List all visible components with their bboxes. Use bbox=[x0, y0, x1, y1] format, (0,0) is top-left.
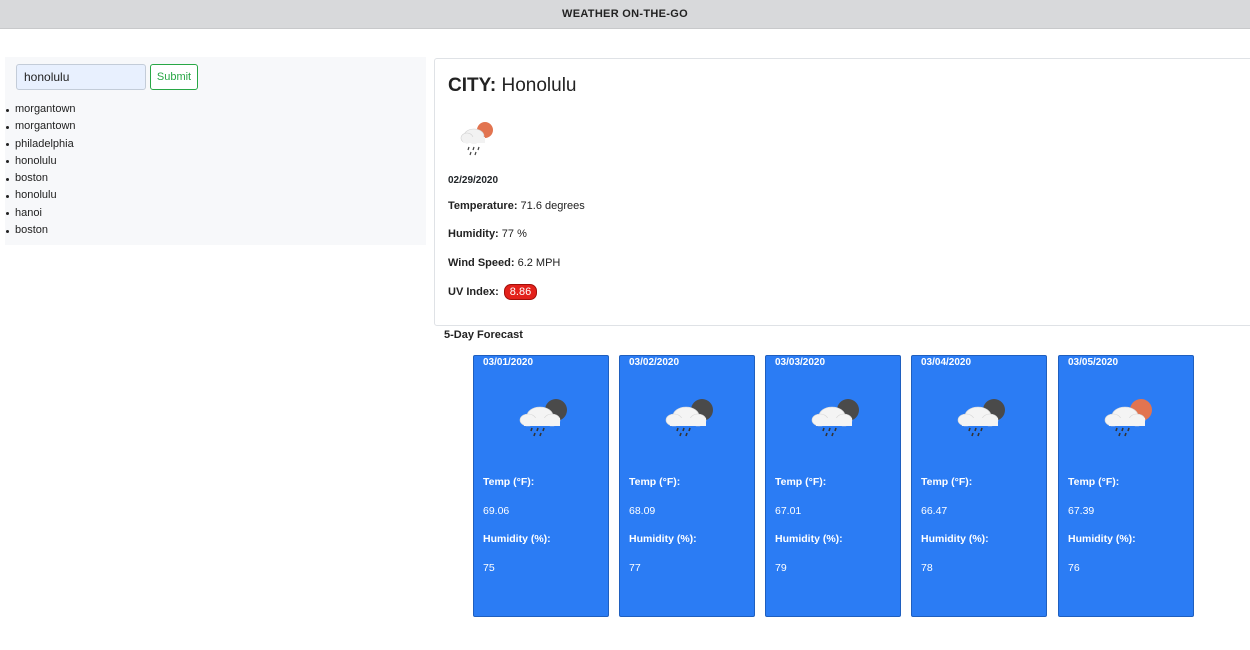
rain-partly-sunny-icon bbox=[1104, 399, 1152, 437]
humidity-value: 77 % bbox=[501, 228, 527, 240]
forecast-date: 03/03/2020 bbox=[775, 357, 826, 368]
temperature-row: Temperature: 71.6 degrees bbox=[448, 200, 585, 212]
forecast-temp-label: Temp (°F): bbox=[483, 476, 535, 488]
history-item[interactable]: morgantown bbox=[6, 118, 76, 135]
forecast-humidity-value: 79 bbox=[775, 562, 787, 574]
forecast-humidity-label: Humidity (%): bbox=[1068, 533, 1136, 545]
current-date: 02/29/2020 bbox=[448, 175, 499, 186]
forecast-row: 03/01/2020 Temp (°F): 69.06 Humidity (%)… bbox=[473, 355, 1213, 617]
forecast-humidity-value: 76 bbox=[1068, 562, 1080, 574]
history-item[interactable]: morgantown bbox=[6, 101, 76, 118]
forecast-date: 03/01/2020 bbox=[483, 357, 534, 368]
history-item[interactable]: philadelphia bbox=[6, 136, 76, 153]
forecast-temp-value: 69.06 bbox=[483, 505, 510, 517]
history-item[interactable]: honolulu bbox=[6, 153, 76, 170]
forecast-card: 03/01/2020 Temp (°F): 69.06 Humidity (%)… bbox=[473, 355, 609, 617]
forecast-card: 03/05/2020 Temp (°F): 67.39 Humidity (%)… bbox=[1058, 355, 1194, 617]
uv-label: UV Index: bbox=[448, 285, 499, 298]
forecast-heading: 5-Day Forecast bbox=[444, 329, 523, 341]
history-item[interactable]: hanoi bbox=[6, 205, 76, 222]
history-item[interactable]: boston bbox=[6, 170, 76, 187]
forecast-date: 03/04/2020 bbox=[921, 357, 972, 368]
app-title: WEATHER ON-THE-GO bbox=[562, 8, 688, 20]
current-weather-card: CITY: Honolulu 02/29/2020 Temperature: 7… bbox=[434, 58, 1250, 326]
uv-row: UV Index: 8.86 bbox=[448, 284, 538, 300]
forecast-card: 03/02/2020 Temp (°F): 68.09 Humidity (%)… bbox=[619, 355, 755, 617]
forecast-date: 03/02/2020 bbox=[629, 357, 680, 368]
forecast-humidity-value: 77 bbox=[629, 562, 641, 574]
forecast-temp-value: 66.47 bbox=[921, 505, 948, 517]
uv-index-badge: 8.86 bbox=[503, 284, 538, 300]
humidity-row: Humidity: 77 % bbox=[448, 228, 527, 240]
forecast-date: 03/05/2020 bbox=[1068, 357, 1119, 368]
forecast-temp-label: Temp (°F): bbox=[775, 476, 827, 488]
wind-label: Wind Speed: bbox=[448, 257, 515, 269]
submit-button[interactable]: Submit bbox=[150, 64, 198, 90]
forecast-humidity-label: Humidity (%): bbox=[483, 533, 551, 545]
forecast-temp-label: Temp (°F): bbox=[921, 476, 973, 488]
city-heading: CITY: Honolulu bbox=[448, 75, 576, 97]
city-name: Honolulu bbox=[501, 75, 577, 96]
app-header: WEATHER ON-THE-GO bbox=[0, 0, 1250, 29]
forecast-temp-value: 67.01 bbox=[775, 505, 802, 517]
forecast-humidity-label: Humidity (%): bbox=[775, 533, 843, 545]
forecast-temp-label: Temp (°F): bbox=[629, 476, 681, 488]
temperature-value: 71.6 degrees bbox=[520, 200, 585, 212]
forecast-temp-value: 67.39 bbox=[1068, 505, 1095, 517]
history-item[interactable]: honolulu bbox=[6, 187, 76, 204]
rain-night-icon bbox=[957, 399, 1005, 437]
rain-night-icon bbox=[811, 399, 859, 437]
temperature-label: Temperature: bbox=[448, 200, 518, 212]
rain-night-icon bbox=[519, 399, 567, 437]
forecast-humidity-value: 75 bbox=[483, 562, 495, 574]
forecast-humidity-label: Humidity (%): bbox=[921, 533, 989, 545]
search-history-list: morgantown morgantown philadelphia honol… bbox=[6, 101, 76, 239]
forecast-card: 03/04/2020 Temp (°F): 66.47 Humidity (%)… bbox=[911, 355, 1047, 617]
wind-value: 6.2 MPH bbox=[517, 257, 561, 269]
forecast-card: 03/03/2020 Temp (°F): 67.01 Humidity (%)… bbox=[765, 355, 901, 617]
wind-row: Wind Speed: 6.2 MPH bbox=[448, 257, 560, 269]
city-search-input[interactable] bbox=[16, 64, 146, 90]
rain-night-icon bbox=[665, 399, 713, 437]
search-panel: Submit morgantown morgantown philadelphi… bbox=[5, 57, 426, 245]
humidity-label: Humidity: bbox=[448, 228, 499, 240]
city-label: CITY: bbox=[448, 75, 497, 96]
forecast-humidity-label: Humidity (%): bbox=[629, 533, 697, 545]
history-item[interactable]: boston bbox=[6, 222, 76, 239]
forecast-temp-label: Temp (°F): bbox=[1068, 476, 1120, 488]
rain-partly-sunny-icon bbox=[460, 122, 493, 156]
forecast-temp-value: 68.09 bbox=[629, 505, 656, 517]
forecast-humidity-value: 78 bbox=[921, 562, 933, 574]
